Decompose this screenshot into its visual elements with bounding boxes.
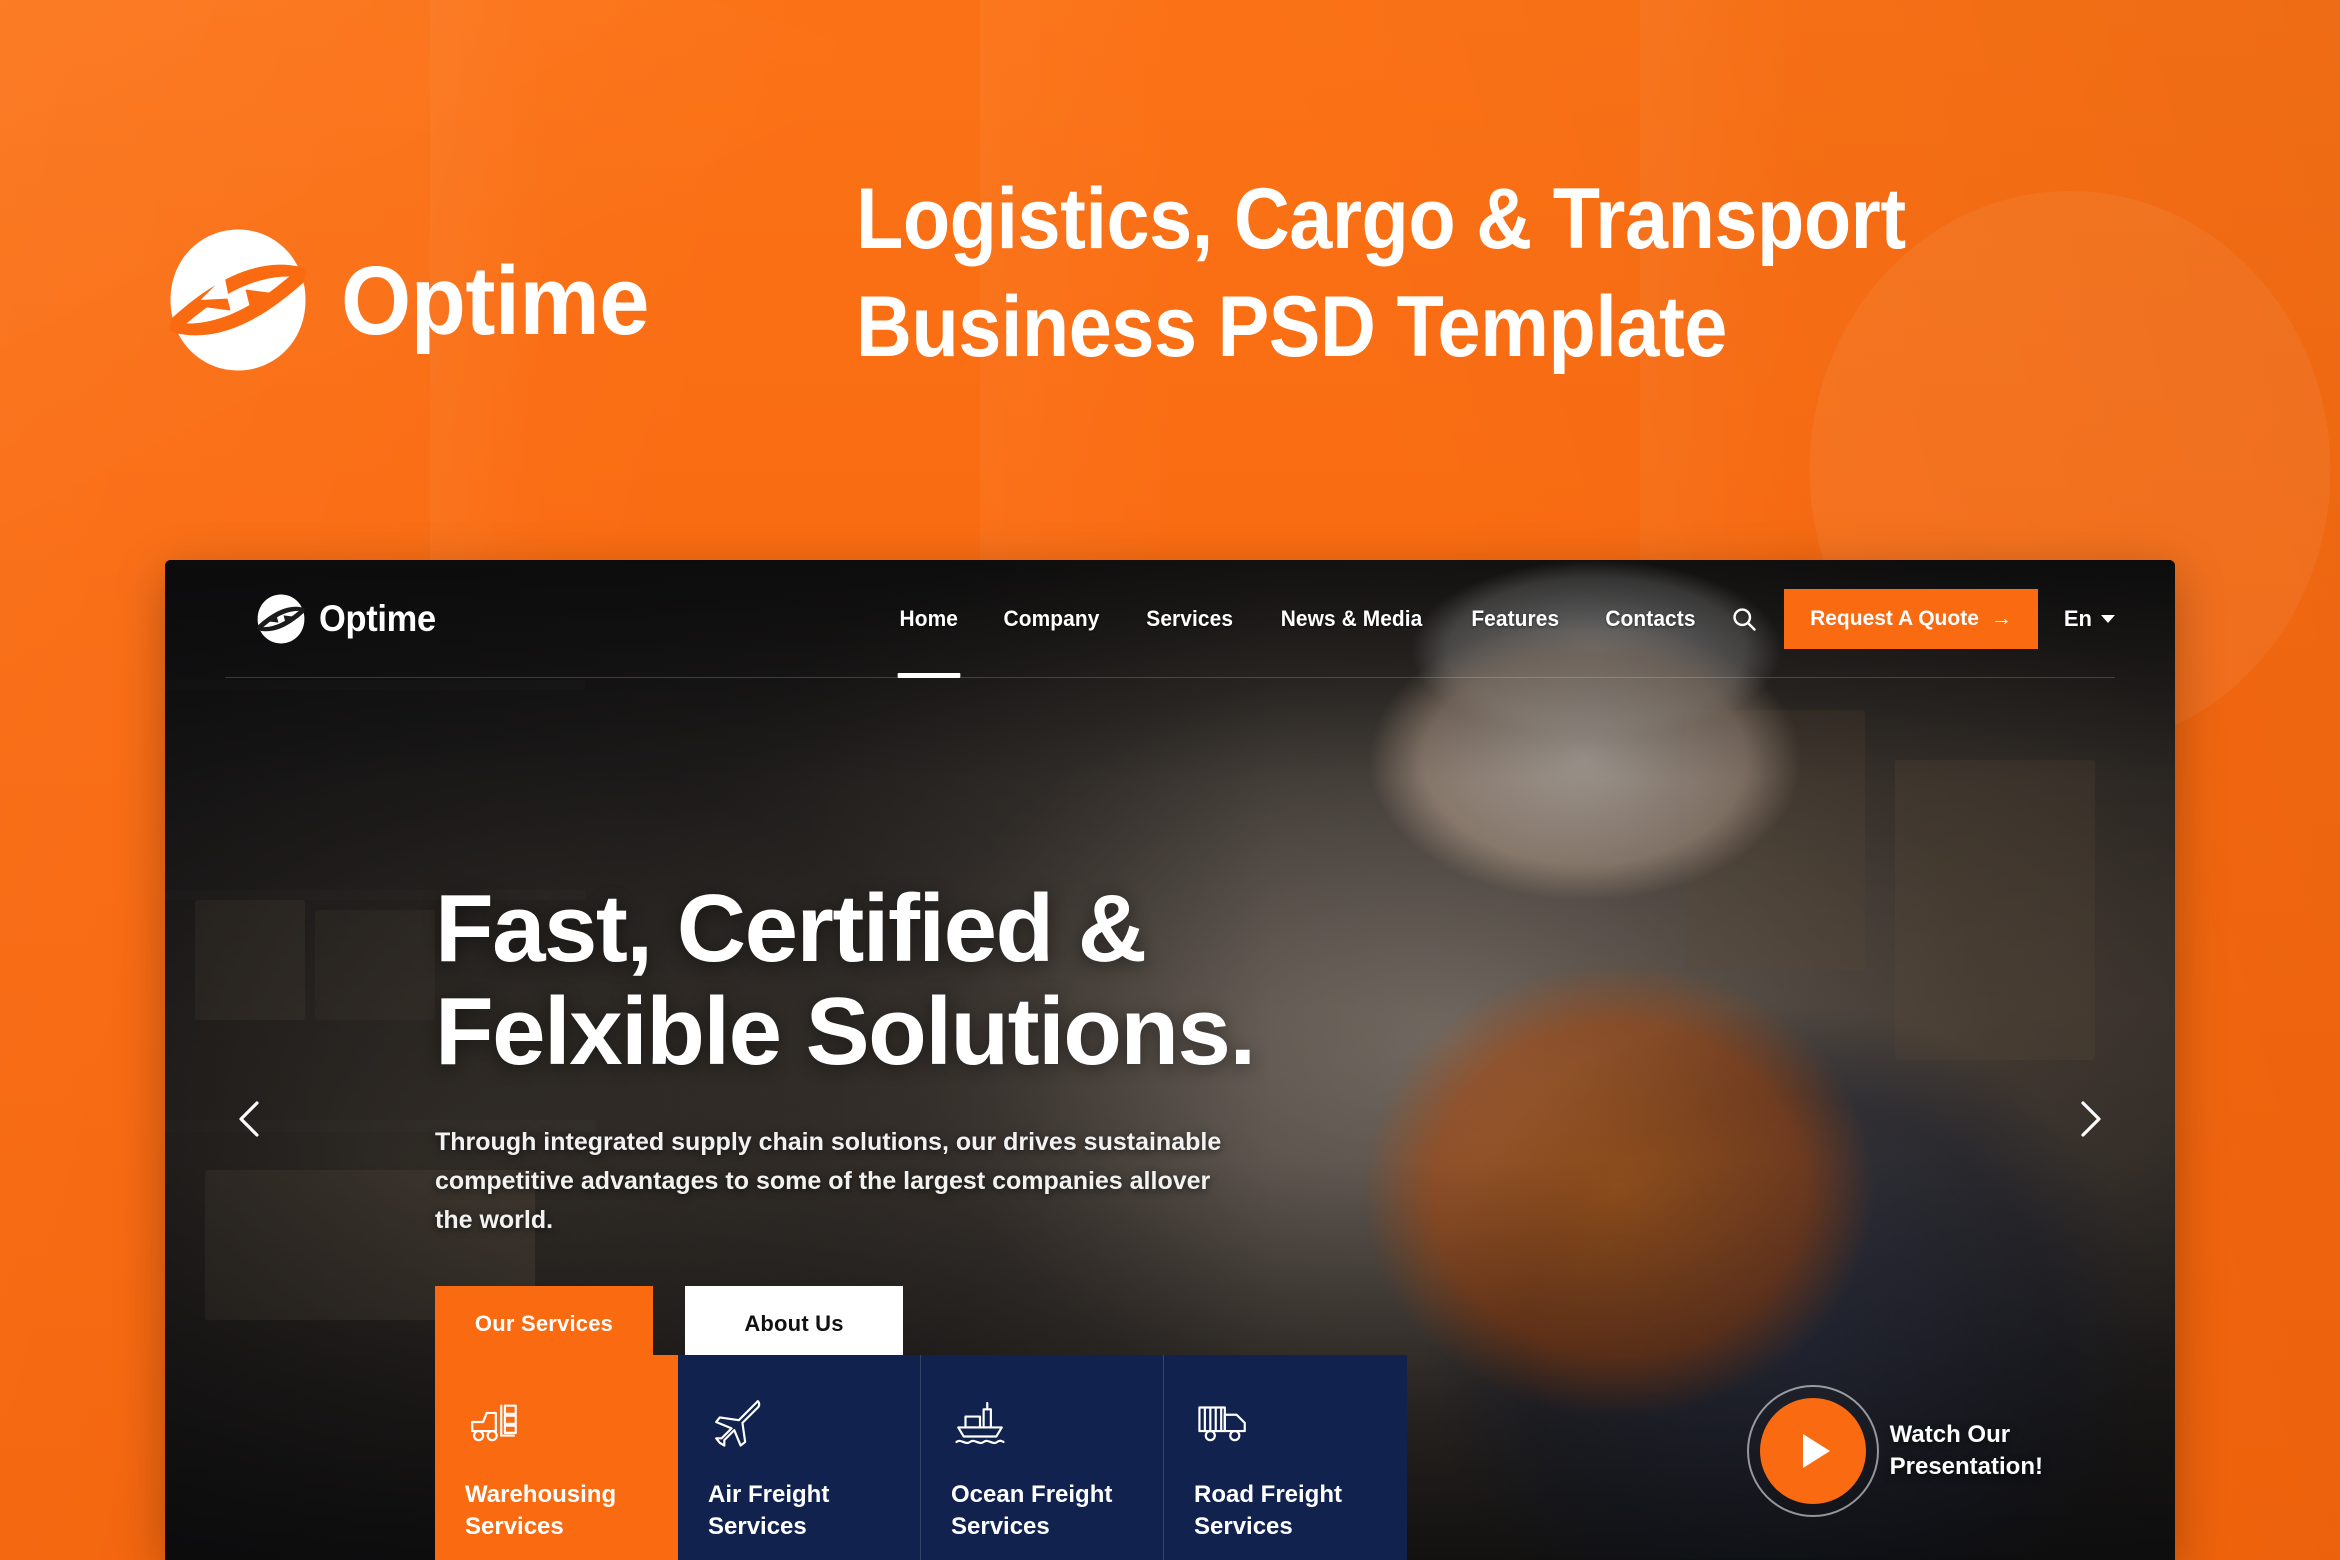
play-triangle — [1802, 1434, 1830, 1468]
request-quote-button[interactable]: Request A Quote → — [1784, 589, 2038, 649]
service-label-line-2: Services — [465, 1512, 564, 1540]
language-selector[interactable]: En — [2064, 606, 2115, 632]
play-icon[interactable] — [1759, 1398, 1866, 1504]
hero-title-line-1: Fast, Certified & — [435, 875, 1147, 982]
service-card-label: Warehousing Services — [465, 1479, 648, 1542]
site-brand[interactable]: Optime — [255, 593, 445, 645]
chevron-right-icon — [2081, 1101, 2101, 1137]
watch-presentation-label: Watch Our Presentation! — [1890, 1419, 2043, 1484]
nav-item-contacts[interactable]: Contacts — [1604, 600, 1698, 638]
service-cards: Warehousing Services Air Freight Service… — [435, 1355, 1407, 1560]
hero-content: Fast, Certified & Felxible Solutions. Th… — [435, 875, 1485, 1362]
hero-section: Fast, Certified & Felxible Solutions. Th… — [165, 678, 2175, 1560]
cargo-ship-icon — [951, 1393, 1133, 1455]
service-card-label: Ocean Freight Services — [951, 1479, 1133, 1542]
service-label-line-1: Road Freight — [1194, 1481, 1342, 1508]
watch-label-line-1: Watch Our — [1889, 1420, 2011, 1448]
language-label: En — [2063, 606, 2092, 631]
nav-item-services[interactable]: Services — [1145, 600, 1236, 638]
service-card-road-freight[interactable]: Road Freight Services — [1164, 1355, 1407, 1560]
watch-presentation[interactable]: Watch Our Presentation! — [1746, 1385, 2043, 1517]
service-label-line-2: Services — [708, 1512, 807, 1540]
optime-swirl-logo-icon — [255, 593, 307, 645]
nav-item-news-media[interactable]: News & Media — [1279, 600, 1424, 638]
promo-headline: Logistics, Cargo & Transport Business PS… — [856, 165, 1906, 382]
promo-brand-name: Optime — [341, 245, 649, 355]
service-label-line-2: Services — [1194, 1512, 1293, 1540]
hero-title: Fast, Certified & Felxible Solutions. — [435, 875, 1485, 1085]
service-label-line-1: Warehousing — [465, 1481, 617, 1508]
site-navbar: Optime Home Company Services News & Medi… — [165, 560, 2175, 678]
search-icon[interactable] — [1726, 601, 1762, 637]
promo-brand: Optime — [163, 225, 672, 375]
nav-item-features[interactable]: Features — [1469, 600, 1561, 638]
nav-item-home[interactable]: Home — [897, 600, 960, 678]
optime-swirl-logo-icon — [163, 225, 313, 375]
promo-headline-line-2: Business PSD Template — [856, 279, 1727, 376]
truck-icon — [1194, 1393, 1377, 1455]
carousel-next-button[interactable] — [2055, 1084, 2125, 1154]
hero-title-line-2: Felxible Solutions. — [435, 977, 1256, 1085]
our-services-button[interactable]: Our Services — [435, 1285, 653, 1362]
service-card-air-freight[interactable]: Air Freight Services — [678, 1355, 921, 1560]
promo-headline-line-1: Logistics, Cargo & Transport — [856, 171, 1906, 267]
service-card-ocean-freight[interactable]: Ocean Freight Services — [921, 1355, 1164, 1560]
site-brand-name: Optime — [319, 598, 436, 639]
service-label-line-1: Air Freight — [708, 1481, 830, 1508]
service-card-label: Road Freight Services — [1194, 1479, 1377, 1542]
service-label-line-2: Services — [951, 1512, 1050, 1540]
service-card-label: Air Freight Services — [708, 1479, 890, 1542]
about-us-button[interactable]: About Us — [685, 1285, 903, 1362]
service-card-warehousing[interactable]: Warehousing Services — [435, 1355, 678, 1560]
request-quote-label: Request A Quote — [1810, 607, 1979, 630]
chevron-left-icon — [239, 1101, 259, 1137]
nav-item-company[interactable]: Company — [1002, 600, 1102, 638]
carousel-prev-button[interactable] — [215, 1084, 285, 1154]
airplane-icon — [708, 1393, 890, 1455]
chevron-down-icon — [2101, 615, 2115, 623]
website-mockup: Optime Home Company Services News & Medi… — [165, 560, 2175, 1560]
watch-label-line-2: Presentation! — [1889, 1453, 2043, 1480]
forklift-icon — [465, 1393, 648, 1455]
play-button-wrapper — [1746, 1385, 1879, 1517]
arrow-right-icon: → — [1990, 607, 2012, 630]
hero-subtitle: Through integrated supply chain solution… — [435, 1123, 1225, 1239]
primary-navigation: Home Company Services News & Media Featu… — [896, 600, 1700, 678]
service-label-line-1: Ocean Freight — [951, 1481, 1113, 1508]
hero-actions: Our Services About Us — [435, 1285, 1485, 1362]
